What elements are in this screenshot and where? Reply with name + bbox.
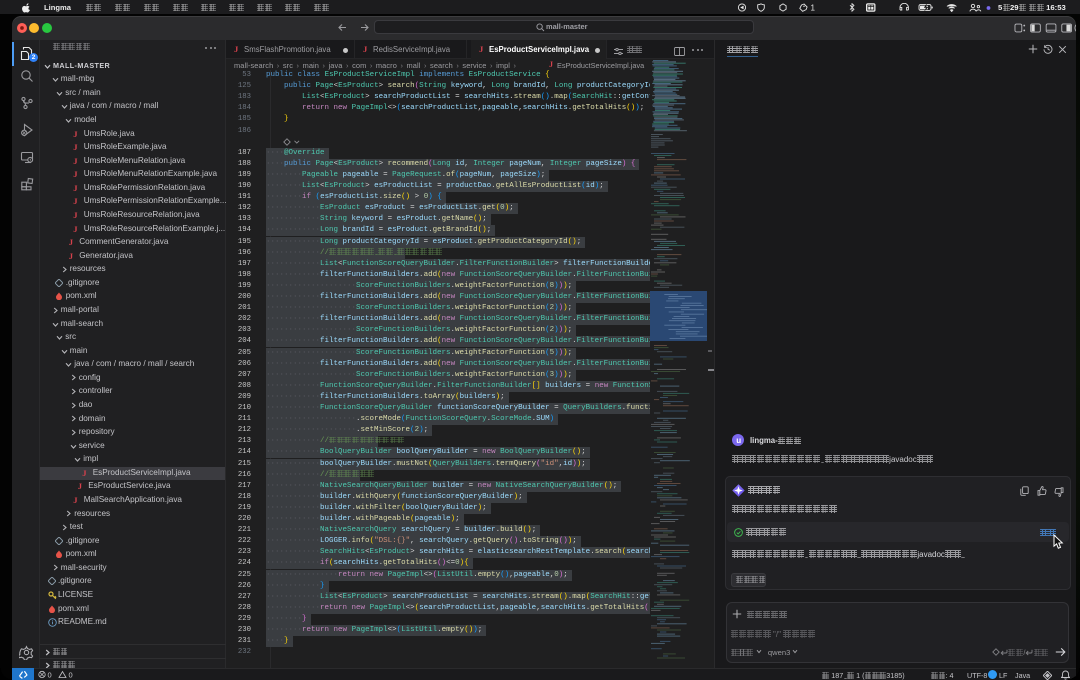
svg-text:0: 0 xyxy=(69,671,73,679)
svg-text:0: 0 xyxy=(48,671,52,679)
svg-text:1: 1 xyxy=(811,3,816,12)
